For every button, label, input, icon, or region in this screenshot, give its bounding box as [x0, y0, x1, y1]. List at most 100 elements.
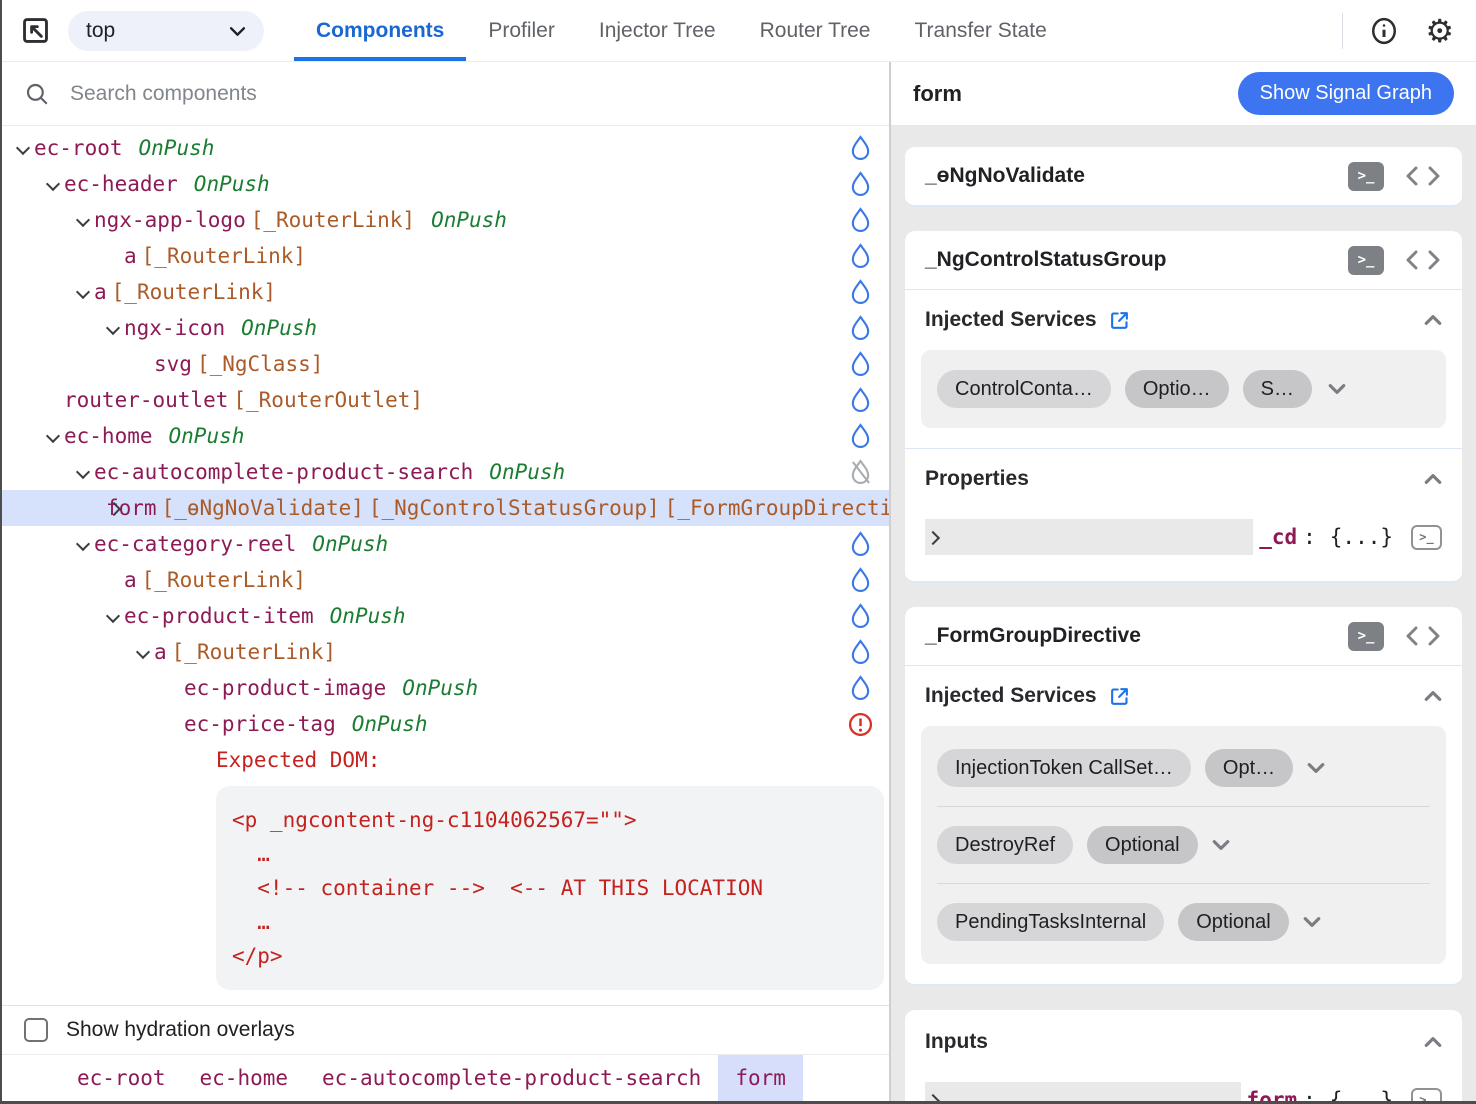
- chip-expand-chevron-icon[interactable]: [1303, 916, 1321, 928]
- code-icon[interactable]: [1404, 164, 1442, 188]
- service-chip[interactable]: PendingTasksInternal: [937, 903, 1164, 941]
- breadcrumb-item[interactable]: ec-root: [60, 1055, 183, 1101]
- property-key: _cd: [1259, 525, 1297, 549]
- collapse-chevron-icon[interactable]: [1424, 690, 1442, 702]
- expand-chevron-icon[interactable]: [76, 454, 94, 490]
- tree-row[interactable]: ngx-icon OnPush: [2, 310, 889, 346]
- tree-row[interactable]: ngx-app-logo [_RouterLink] OnPush: [2, 202, 889, 238]
- breadcrumb-item[interactable]: form: [718, 1055, 803, 1101]
- expand-chevron-icon[interactable]: [106, 598, 124, 634]
- frame-context-select[interactable]: top: [68, 11, 264, 51]
- tree-row[interactable]: ec-product-item OnPush: [2, 598, 889, 634]
- tab-injector-tree[interactable]: Injector Tree: [577, 0, 738, 61]
- service-chip[interactable]: ControlConta…: [937, 370, 1111, 408]
- service-chip[interactable]: S…: [1243, 370, 1312, 408]
- inspect-element-icon[interactable]: [18, 14, 52, 48]
- breadcrumb-item[interactable]: ec-home: [183, 1055, 306, 1101]
- expand-chevron-icon[interactable]: [106, 310, 124, 346]
- directive-title: _ɵNgNoValidate: [925, 164, 1085, 188]
- breadcrumb-item[interactable]: ec-autocomplete-product-search: [305, 1055, 718, 1101]
- expand-chevron-icon[interactable]: [925, 1082, 1241, 1101]
- injected-services-label: Injected Services: [925, 308, 1097, 332]
- collapse-chevron-icon[interactable]: [1424, 1036, 1442, 1048]
- directive-list: [_RouterLink]: [167, 640, 336, 664]
- expand-chevron-icon[interactable]: [76, 202, 94, 238]
- code-icon[interactable]: [1404, 248, 1442, 272]
- tree-row[interactable]: ec-root OnPush: [2, 130, 889, 166]
- change-detection-badge: OnPush: [312, 532, 388, 556]
- property-row: _cd : {...}: [905, 503, 1462, 581]
- service-modifier-chip[interactable]: Optional: [1178, 903, 1289, 941]
- tree-row[interactable]: router-outlet [_RouterOutlet]: [2, 382, 889, 418]
- component-name: ec-autocomplete-product-search: [94, 460, 473, 484]
- chevron-down-icon: [229, 19, 246, 43]
- expand-chevron-icon[interactable]: [16, 130, 34, 166]
- chip-expand-chevron-icon[interactable]: [1307, 762, 1325, 774]
- selected-element-title: form: [913, 81, 962, 107]
- tree-indent: [2, 724, 166, 725]
- collapse-chevron-icon[interactable]: [1424, 473, 1442, 485]
- expand-chevron-icon[interactable]: [46, 418, 64, 454]
- code-icon[interactable]: [1404, 624, 1442, 648]
- tree-indent: [2, 652, 136, 653]
- toolbar-actions: ⚙: [1342, 13, 1476, 49]
- service-chip[interactable]: Optio…: [1125, 370, 1229, 408]
- expand-chevron-icon[interactable]: [76, 526, 94, 562]
- tree-row[interactable]: ec-category-reel OnPush: [2, 526, 889, 562]
- tree-row[interactable]: a [_RouterLink]: [2, 634, 889, 670]
- service-chip[interactable]: InjectionToken CallSet…: [937, 749, 1191, 787]
- external-link-icon[interactable]: [1109, 686, 1130, 707]
- tree-row[interactable]: a [_RouterLink]: [2, 238, 889, 274]
- settings-gear-icon[interactable]: ⚙: [1425, 15, 1454, 47]
- console-icon[interactable]: [1348, 246, 1384, 275]
- search-input[interactable]: [70, 82, 770, 106]
- expand-chevron-icon[interactable]: [925, 519, 1253, 555]
- tab-transfer-state[interactable]: Transfer State: [892, 0, 1068, 61]
- tree-row[interactable]: ec-product-image OnPush: [2, 670, 889, 706]
- tree-row[interactable]: form [_ɵNgNoValidate][_NgControlStatusGr…: [2, 490, 889, 526]
- expand-chevron-icon[interactable]: [76, 274, 94, 310]
- expand-chevron-icon[interactable]: [136, 346, 154, 382]
- expand-chevron-icon[interactable]: [46, 166, 64, 202]
- terminal-outline-icon[interactable]: [1411, 525, 1442, 550]
- show-signal-graph-button[interactable]: Show Signal Graph: [1238, 72, 1454, 115]
- console-icon[interactable]: [1348, 622, 1384, 651]
- tree-row[interactable]: ec-home OnPush: [2, 418, 889, 454]
- service-modifier-chip[interactable]: Optional: [1087, 826, 1198, 864]
- chip-expand-chevron-icon[interactable]: [1328, 383, 1346, 395]
- info-icon[interactable]: [1369, 16, 1399, 46]
- tree-row[interactable]: a [_RouterLink]: [2, 274, 889, 310]
- hydration-overlays-checkbox[interactable]: [24, 1018, 48, 1042]
- tree-row[interactable]: a [_RouterLink]: [2, 562, 889, 598]
- expand-chevron-icon[interactable]: [166, 706, 184, 742]
- tab-components[interactable]: Components: [294, 0, 466, 61]
- service-chip[interactable]: DestroyRef: [937, 826, 1073, 864]
- tree-indent: [2, 508, 106, 509]
- expand-chevron-icon[interactable]: [46, 382, 64, 418]
- expand-chevron-icon[interactable]: [136, 634, 154, 670]
- tree-row[interactable]: ec-autocomplete-product-search OnPush: [2, 454, 889, 490]
- tab-profiler[interactable]: Profiler: [466, 0, 577, 61]
- hydration-error-icon: [848, 712, 873, 737]
- tree-indent: [2, 544, 76, 545]
- external-link-icon[interactable]: [1109, 310, 1130, 331]
- tree-row[interactable]: ec-price-tag OnPush: [2, 706, 889, 742]
- expand-chevron-icon[interactable]: [106, 562, 124, 598]
- tree-row[interactable]: svg [_NgClass]: [2, 346, 889, 382]
- tab-router-tree[interactable]: Router Tree: [738, 0, 893, 61]
- component-name: a: [124, 568, 137, 592]
- collapse-chevron-icon[interactable]: [1424, 314, 1442, 326]
- console-icon[interactable]: [1348, 162, 1384, 191]
- chip-expand-chevron-icon[interactable]: [1212, 839, 1230, 851]
- change-detection-badge: OnPush: [241, 316, 317, 340]
- terminal-outline-icon[interactable]: [1411, 1088, 1442, 1102]
- expand-chevron-icon[interactable]: [166, 670, 184, 706]
- hydration-status: [847, 712, 873, 737]
- hydration-droplet-icon: [850, 135, 871, 161]
- service-modifier-chip[interactable]: Opt…: [1205, 749, 1293, 787]
- tree-indent: [2, 292, 76, 293]
- hydration-droplet-icon: [850, 531, 871, 557]
- component-tree: ec-root OnPush ec-header OnPush ngx-app-…: [2, 126, 889, 1005]
- tree-row[interactable]: ec-header OnPush: [2, 166, 889, 202]
- expand-chevron-icon[interactable]: [106, 238, 124, 274]
